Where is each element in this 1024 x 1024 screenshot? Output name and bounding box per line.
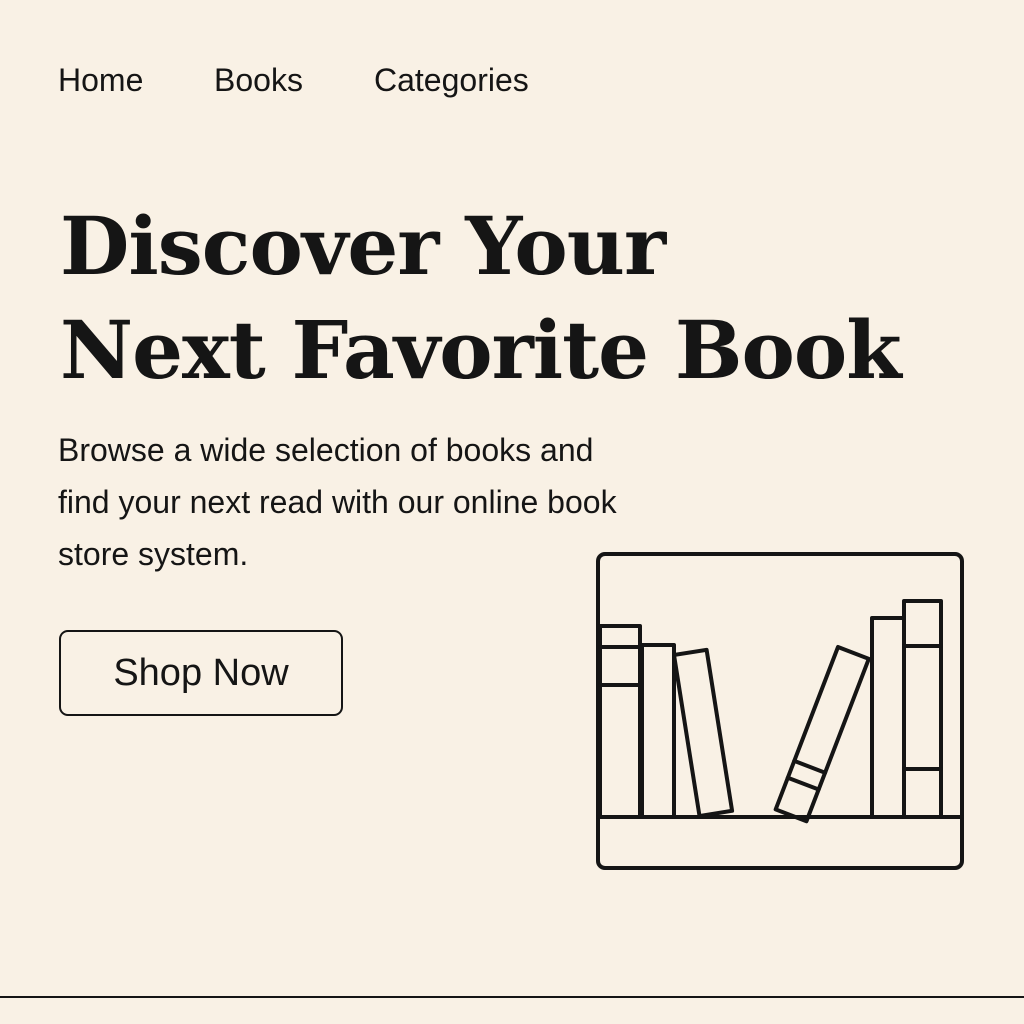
- main-navigation: Home Books Categories: [58, 58, 574, 102]
- hero-title: Discover Your Next Favorite Book: [60, 194, 920, 402]
- book-band: [785, 775, 821, 792]
- nav-link-categories[interactable]: Categories: [374, 58, 574, 102]
- book-spine: [902, 599, 943, 819]
- shop-now-button[interactable]: Shop Now: [59, 630, 343, 716]
- footer-divider: [0, 996, 1024, 998]
- book-band: [792, 758, 828, 775]
- nav-link-home[interactable]: Home: [58, 58, 214, 102]
- book-spine: [640, 643, 676, 819]
- book-spine: [870, 616, 906, 819]
- nav-link-books[interactable]: Books: [214, 58, 374, 102]
- book-spine: [773, 645, 871, 824]
- hero-subtitle: Browse a wide selection of books and fin…: [58, 432, 617, 572]
- bookshelf-icon: [596, 552, 964, 870]
- book-spine: [672, 647, 735, 818]
- hero-title-line-1: Discover Your: [60, 199, 666, 293]
- book-spine: [598, 624, 642, 819]
- hero-title-line-2: Next Favorite Book: [60, 303, 902, 397]
